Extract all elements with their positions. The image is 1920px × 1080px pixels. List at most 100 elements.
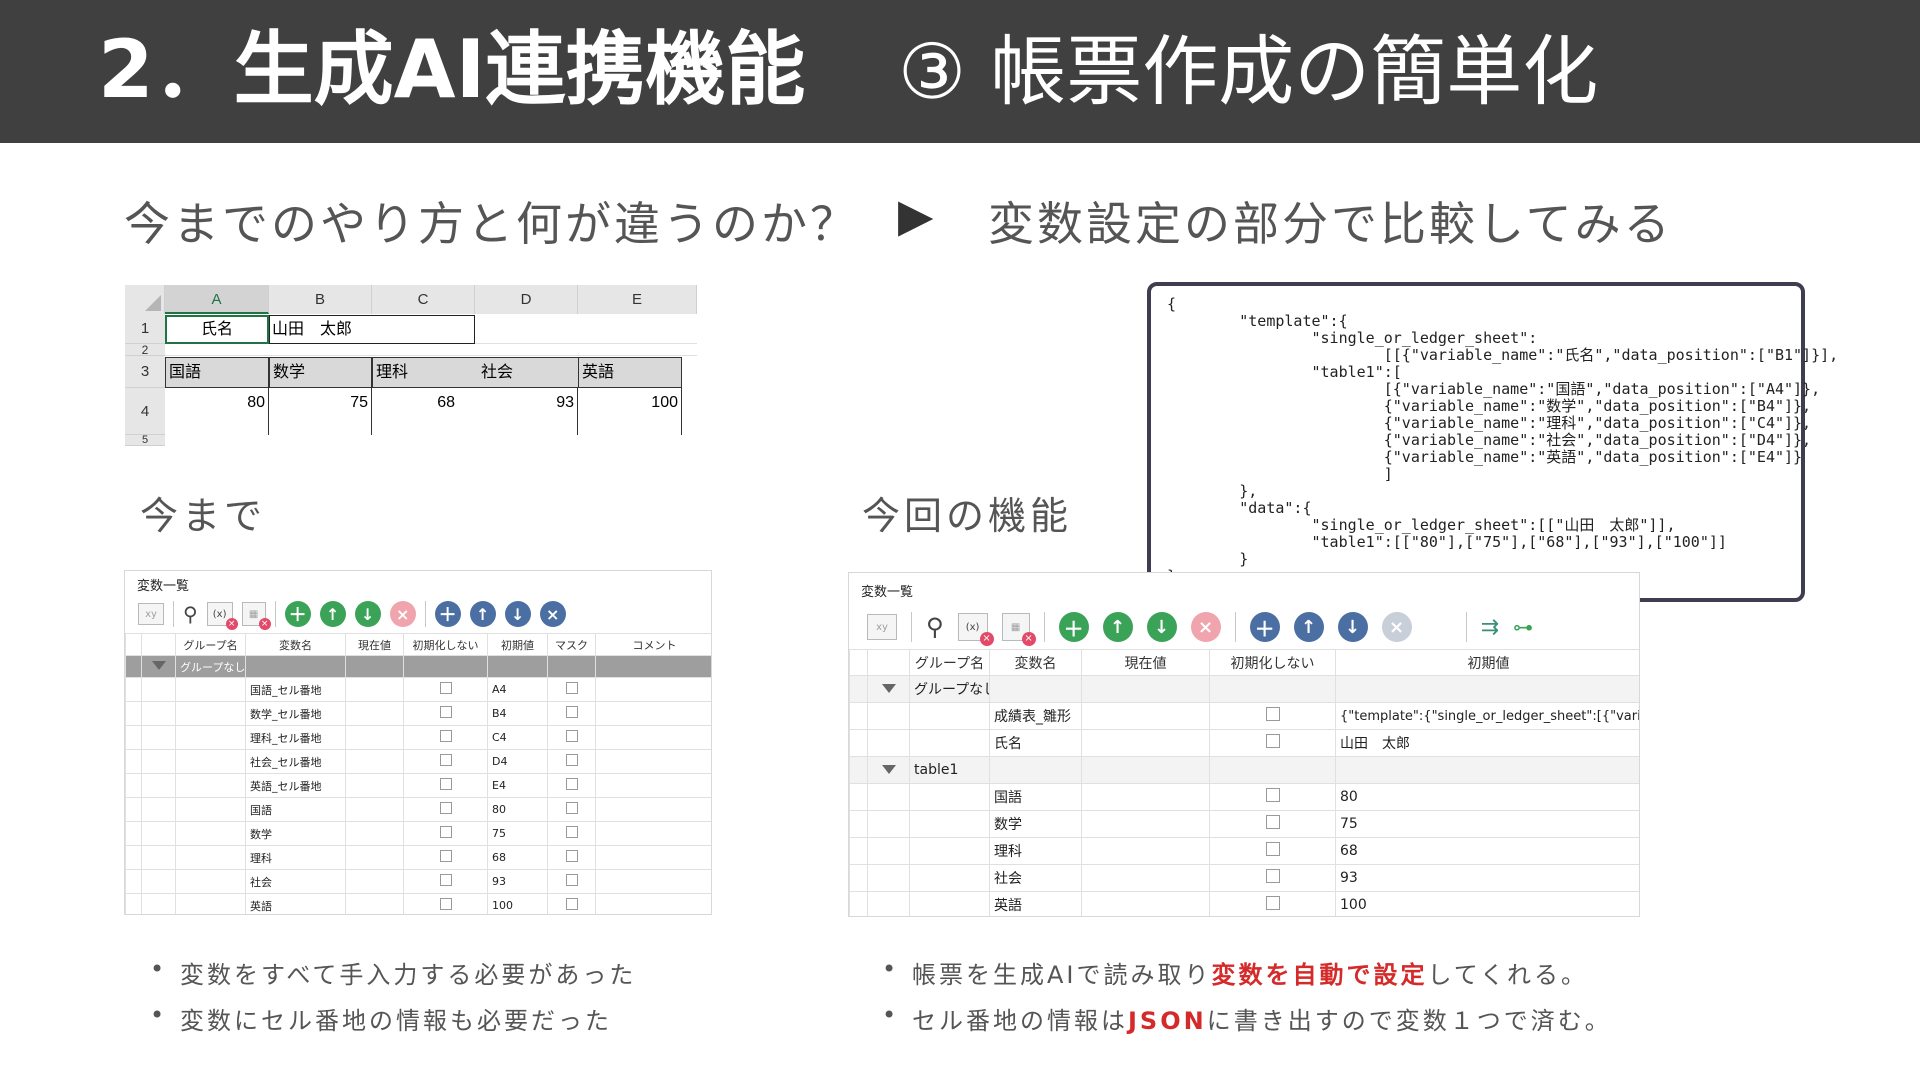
- clear-variable-icon[interactable]: (x) ×: [957, 613, 994, 646]
- group-row[interactable]: グループなし: [125, 655, 711, 678]
- cell-b1[interactable]: 山田 太郎: [269, 315, 475, 344]
- mask-checkbox[interactable]: [565, 706, 578, 718]
- no-init-checkbox[interactable]: [439, 826, 452, 838]
- cell-e4[interactable]: 100: [578, 388, 682, 435]
- clear-grid-icon[interactable]: ▦ ×: [1001, 613, 1036, 646]
- no-init-checkbox[interactable]: [439, 754, 452, 766]
- table-row[interactable]: 成績表_雛形 {"template":{"single_or_ledger_she…: [849, 702, 1639, 730]
- header-initial-value[interactable]: 初期値: [487, 633, 548, 656]
- row-header-1[interactable]: 1: [125, 314, 165, 344]
- no-init-checkbox[interactable]: [439, 898, 452, 910]
- move-down-icon[interactable]: ↓: [1146, 612, 1177, 642]
- group-up-icon[interactable]: ↑: [1293, 612, 1324, 642]
- header-initial-value[interactable]: 初期値: [1335, 649, 1639, 676]
- no-init-checkbox[interactable]: [439, 778, 452, 790]
- group-up-icon[interactable]: ↑: [469, 601, 496, 627]
- cell-a3[interactable]: 国語: [165, 357, 269, 388]
- add-group-icon[interactable]: ＋: [434, 601, 461, 627]
- cell-a1[interactable]: 氏名: [165, 315, 269, 344]
- table-row[interactable]: 氏名 山田 太郎: [849, 729, 1639, 757]
- no-init-checkbox[interactable]: [439, 682, 452, 694]
- mask-checkbox[interactable]: [565, 898, 578, 910]
- no-init-checkbox[interactable]: [1265, 788, 1280, 802]
- no-init-checkbox[interactable]: [1265, 815, 1280, 829]
- table-row[interactable]: 理科 68: [125, 845, 711, 870]
- group-down-icon[interactable]: ↓: [1337, 612, 1368, 642]
- delete-variable-icon[interactable]: ×: [1190, 612, 1221, 642]
- move-up-icon[interactable]: ↑: [319, 601, 346, 627]
- header-group-name[interactable]: グループ名: [175, 633, 246, 656]
- no-init-checkbox[interactable]: [439, 874, 452, 886]
- column-header-d[interactable]: D: [475, 285, 578, 314]
- cell-e3[interactable]: 英語: [578, 357, 682, 388]
- cell-a4[interactable]: 80: [165, 388, 269, 435]
- header-group-name[interactable]: グループ名: [909, 649, 990, 676]
- import-icon[interactable]: ⇉: [1481, 615, 1499, 640]
- move-down-icon[interactable]: ↓: [354, 601, 381, 627]
- collapse-icon[interactable]: [881, 765, 896, 774]
- header-no-init[interactable]: 初期化しない: [1209, 649, 1336, 676]
- export-icon[interactable]: ⊶: [1513, 615, 1533, 639]
- header-comment[interactable]: コメント: [595, 633, 711, 656]
- column-header-a[interactable]: A: [165, 285, 269, 314]
- clear-grid-icon[interactable]: ▦ ×: [241, 602, 271, 630]
- no-init-checkbox[interactable]: [1265, 842, 1280, 856]
- group-down-icon[interactable]: ↓: [504, 601, 531, 627]
- table-row[interactable]: 数学_セル番地 B4: [125, 701, 711, 726]
- column-header-e[interactable]: E: [578, 285, 697, 314]
- cell-d3[interactable]: 社会: [475, 357, 578, 388]
- table-row[interactable]: 国語 80: [849, 783, 1639, 811]
- table-row[interactable]: 社会_セル番地 D4: [125, 749, 711, 774]
- no-init-checkbox[interactable]: [439, 850, 452, 862]
- table-row[interactable]: 国語_セル番地 A4: [125, 677, 711, 702]
- move-up-icon[interactable]: ↑: [1102, 612, 1133, 642]
- mask-checkbox[interactable]: [565, 682, 578, 694]
- variable-type-icon[interactable]: xy: [138, 603, 164, 625]
- delete-variable-icon[interactable]: ×: [389, 601, 416, 627]
- collapse-icon[interactable]: [151, 661, 166, 670]
- delete-group-icon[interactable]: ×: [1381, 612, 1412, 642]
- table-row[interactable]: 英語 100: [125, 893, 711, 914]
- cell-b4[interactable]: 75: [269, 388, 372, 435]
- table-row[interactable]: 国語 80: [125, 797, 711, 822]
- no-init-checkbox[interactable]: [439, 802, 452, 814]
- no-init-checkbox[interactable]: [439, 706, 452, 718]
- no-init-checkbox[interactable]: [1265, 734, 1280, 748]
- mask-checkbox[interactable]: [565, 730, 578, 742]
- add-variable-icon[interactable]: ＋: [1058, 612, 1089, 642]
- cell-b3[interactable]: 数学: [269, 357, 372, 388]
- row-header-5[interactable]: 5: [125, 435, 165, 446]
- mask-checkbox[interactable]: [565, 802, 578, 814]
- row-header-2[interactable]: 2: [125, 344, 165, 356]
- header-current-value[interactable]: 現在値: [345, 633, 404, 656]
- table-row[interactable]: 英語 100: [849, 891, 1639, 916]
- cell-d4[interactable]: 93: [475, 388, 578, 435]
- add-group-icon[interactable]: ＋: [1249, 612, 1280, 642]
- mask-checkbox[interactable]: [565, 850, 578, 862]
- no-init-checkbox[interactable]: [1265, 707, 1280, 721]
- table-row[interactable]: 理科_セル番地 C4: [125, 725, 711, 750]
- search-icon[interactable]: ⚲: [183, 602, 198, 626]
- cell-c4[interactable]: 68: [372, 388, 475, 435]
- mask-checkbox[interactable]: [565, 754, 578, 766]
- clear-variable-icon[interactable]: (x) ×: [206, 602, 238, 630]
- mask-checkbox[interactable]: [565, 826, 578, 838]
- row-header-3[interactable]: 3: [125, 356, 165, 388]
- header-variable-name[interactable]: 変数名: [989, 649, 1082, 676]
- header-mask[interactable]: マスク: [547, 633, 596, 656]
- group-row[interactable]: table1: [849, 756, 1639, 784]
- table-row[interactable]: 数学 75: [849, 810, 1639, 838]
- no-init-checkbox[interactable]: [439, 730, 452, 742]
- column-header-c[interactable]: C: [372, 285, 475, 314]
- variable-type-icon[interactable]: xy: [867, 614, 897, 640]
- mask-checkbox[interactable]: [565, 778, 578, 790]
- add-variable-icon[interactable]: ＋: [284, 601, 311, 627]
- row-header-4[interactable]: 4: [125, 388, 165, 435]
- group-row[interactable]: グループなし: [849, 675, 1639, 703]
- delete-group-icon[interactable]: ×: [539, 601, 566, 627]
- cell-c3[interactable]: 理科: [372, 357, 475, 388]
- no-init-checkbox[interactable]: [1265, 869, 1280, 883]
- table-row[interactable]: 社会 93: [125, 869, 711, 894]
- table-row[interactable]: 理科 68: [849, 837, 1639, 865]
- collapse-icon[interactable]: [881, 684, 896, 693]
